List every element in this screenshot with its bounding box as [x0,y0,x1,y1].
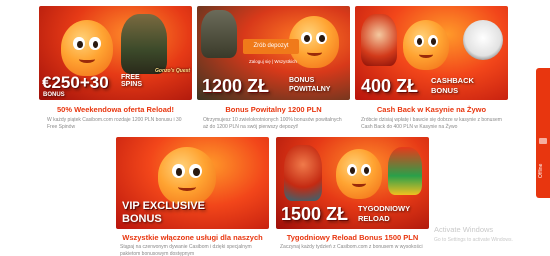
promo-card-weekend[interactable]: Gonzo's Quest €250+30 FREE SPINS BONUS 5… [39,6,192,130]
promo-title[interactable]: Wszystkie włączone usługi dla naszych [116,233,269,242]
promo-card-cashback[interactable]: 400 ZŁ CASHBACK BONUS Cash Back w Kasyni… [355,6,508,146]
promo-amount: €250+30 [42,73,109,92]
deposit-button[interactable]: Zrób depozyt [243,39,299,54]
promo-description: Zaczynaj każdy tydzień z Casibom.com z b… [280,244,423,250]
promo-sub-line2: RELOAD [358,214,390,223]
promo-description: Otrzymujesz 10 zwielokrotnionych 100% bo… [203,117,342,130]
promo-banner-weekly-reload[interactable]: 1500 ZŁ TYGODNIOWY RELOAD [276,137,429,229]
promo-banner-welcome[interactable]: Zrób depozyt Zaloguj się | Wszystkich 12… [197,6,350,100]
sheep-character-image [463,20,503,60]
chevron-up-icon[interactable] [539,138,547,144]
signin-link[interactable]: Zaloguj się | Wszystkich [249,59,297,64]
promo-card-vip[interactable]: VIP EXCLUSIVE BONUS Wszystkie włączone u… [116,137,269,256]
promo-amount: 400 ZŁ [361,76,419,96]
promo-banner-cashback[interactable]: 400 ZŁ CASHBACK BONUS [355,6,508,100]
activate-windows-subtitle: Go to Settings to activate Windows. [434,237,513,243]
game-logo: Gonzo's Quest [155,68,191,74]
promo-description: Zróbcie dzisiaj wpłatę i bawcie się dobr… [361,117,502,130]
promo-amount: 1200 ZŁ [202,76,270,96]
parrot-character-image [388,147,422,195]
promo-sub-line2: POWITALNY [289,86,331,93]
slot-character-image [201,10,237,58]
promo-sub-label: BONUS [289,77,315,84]
redhead-character-image [361,14,397,66]
promo-sub-line2: BONUS [43,92,65,98]
promo-sub-label: FREE SPINS [121,74,143,89]
mascot-image [403,20,449,70]
mascot-image [336,149,382,199]
offline-label: Offline [538,163,544,178]
promo-title[interactable]: 50% Weekendowa oferta Reload! [39,105,192,114]
promo-banner-weekend[interactable]: Gonzo's Quest €250+30 FREE SPINS BONUS [39,6,192,100]
promo-sub-label: BONUS [122,213,162,225]
promo-card-weekly-reload[interactable]: 1500 ZŁ TYGODNIOWY RELOAD Tygodniowy Rel… [276,137,429,256]
promo-sub-label: CASHBACK [431,76,474,85]
activate-windows-title: Activate Windows [434,225,494,234]
promo-title[interactable]: Cash Back w Kasynie na Żywo [355,105,508,114]
promo-amount: VIP EXCLUSIVE [122,200,205,212]
promo-sub-line2: BONUS [431,86,459,95]
promo-description: Stąpaj na czerwonym dywanie Casibom i dz… [120,244,252,256]
promo-title[interactable]: Bonus Powitalny 1200 PLN [197,105,350,114]
explorer-character-image [121,14,167,74]
promo-card-welcome[interactable]: Zrób depozyt Zaloguj się | Wszystkich 12… [197,6,350,146]
dragon-character-image [284,145,322,201]
promo-banner-vip[interactable]: VIP EXCLUSIVE BONUS [116,137,269,229]
promo-sub-label: TYGODNIOWY [358,204,411,213]
mascot-image [61,20,113,76]
offline-chat-tab[interactable]: Offline [536,68,550,198]
promo-description: W każdy piątek Casibom.com rozdaje 1200 … [47,117,182,130]
promo-title[interactable]: Tygodniowy Reload Bonus 1500 PLN [276,233,429,242]
promo-amount: 1500 ZŁ [281,204,349,224]
mascot-image [158,147,216,205]
